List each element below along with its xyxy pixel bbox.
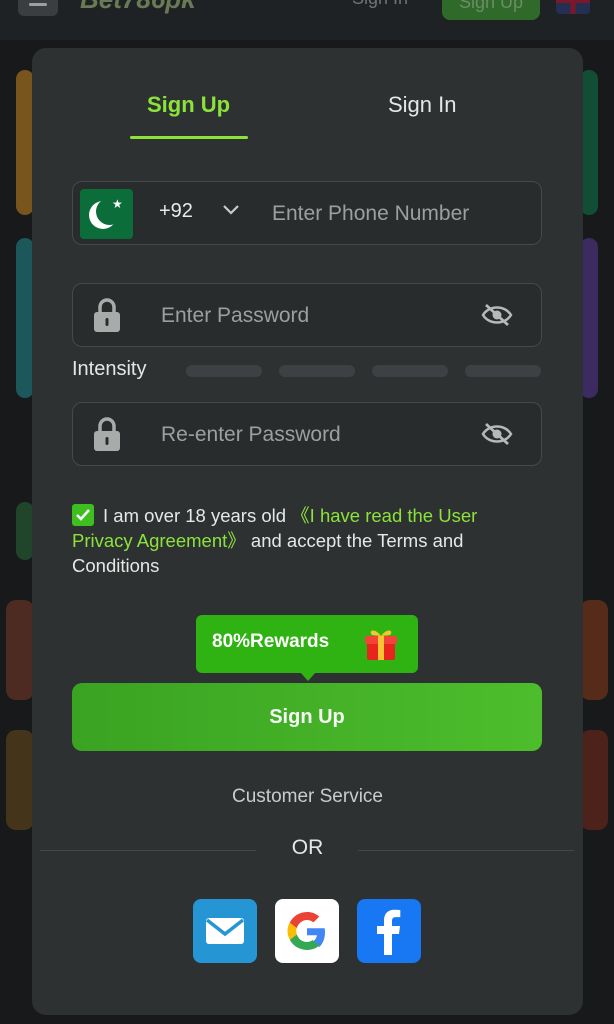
intensity-segment	[279, 365, 355, 377]
rewards-label: 80%Rewards	[212, 631, 330, 652]
eye-off-icon[interactable]	[481, 302, 513, 328]
pakistan-flag-icon: ★	[80, 189, 133, 239]
tab-signin[interactable]: Sign In	[388, 92, 457, 118]
rewards-badge-pointer	[300, 672, 316, 681]
background-header: Bet786pk Sign In Sign Up	[0, 0, 614, 40]
background-card	[6, 730, 34, 830]
site-logo: Bet786pk	[80, 0, 196, 15]
signup-button[interactable]: Sign Up	[72, 683, 542, 751]
lock-icon	[94, 298, 120, 332]
intensity-segment	[186, 365, 262, 377]
auth-tabs: Sign Up Sign In	[32, 48, 583, 148]
password-field	[72, 283, 542, 347]
phone-field: ★ +92	[72, 181, 542, 245]
confirm-password-input[interactable]	[159, 415, 463, 455]
background-card	[580, 600, 608, 700]
check-icon	[76, 509, 90, 521]
intensity-segment	[372, 365, 448, 377]
google-login-button[interactable]	[275, 899, 339, 963]
intensity-label: Intensity	[72, 358, 147, 380]
agreement-checkbox[interactable]	[72, 504, 94, 526]
customer-service-link[interactable]: Customer Service	[32, 786, 583, 808]
google-icon	[287, 912, 325, 950]
phone-input[interactable]	[270, 194, 524, 234]
facebook-login-button[interactable]	[357, 899, 421, 963]
menu-icon[interactable]	[18, 0, 58, 16]
eye-off-icon[interactable]	[481, 421, 513, 447]
facebook-icon	[377, 909, 401, 955]
agreement-text: I am over 18 years old	[103, 505, 292, 526]
divider	[358, 850, 574, 851]
email-icon	[205, 918, 245, 944]
background-card	[580, 730, 608, 830]
confirm-password-field	[72, 402, 542, 466]
rewards-badge: 80%Rewards	[196, 615, 418, 673]
tab-signup[interactable]: Sign Up	[147, 92, 230, 118]
email-login-button[interactable]	[193, 899, 257, 963]
agreement-row: I am over 18 years old 《I have read the …	[72, 503, 542, 578]
header-signup-button[interactable]: Sign Up	[442, 0, 540, 20]
chevron-down-icon[interactable]	[220, 198, 242, 220]
lock-icon	[94, 417, 120, 451]
active-tab-indicator	[130, 136, 248, 139]
password-input[interactable]	[159, 296, 463, 336]
header-signin-link[interactable]: Sign In	[352, 0, 408, 9]
background-card	[6, 600, 34, 700]
language-flag-icon[interactable]	[556, 0, 590, 14]
gift-icon	[365, 630, 397, 660]
intensity-segment	[465, 365, 541, 377]
auth-modal: Sign Up Sign In ★ +92 Intensity	[32, 48, 583, 1015]
country-code[interactable]: +92	[159, 200, 193, 223]
or-separator: OR	[291, 836, 324, 859]
